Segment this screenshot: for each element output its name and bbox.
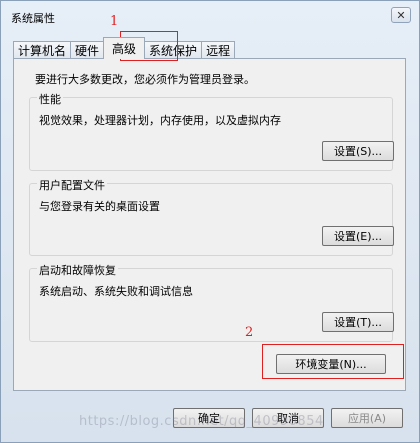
advanced-panel: 要进行大多数更改，您必须作为管理员登录。 性能 视觉效果，处理器计划，内存使用，…	[13, 58, 406, 391]
user-profiles-group: 用户配置文件 与您登录有关的桌面设置 设置(E)...	[29, 177, 394, 256]
close-button[interactable]: ✕	[391, 7, 411, 23]
system-properties-window: 系统属性 ✕ 计算机名 硬件 高级 系统保护 远程 要进行大多数更改，您必须作为…	[0, 0, 420, 443]
annotation-number-1: 1	[110, 14, 119, 29]
title-bar[interactable]: 系统属性 ✕	[1, 1, 419, 29]
performance-group: 性能 视觉效果，处理器计划，内存使用，以及虚拟内存 设置(S)...	[29, 91, 394, 171]
window-title: 系统属性	[11, 12, 55, 25]
tab-advanced[interactable]: 高级	[103, 37, 146, 59]
startup-recovery-group-title: 启动和故障恢复	[37, 262, 118, 278]
startup-recovery-settings-button[interactable]: 设置(T)...	[322, 312, 394, 332]
tab-strip: 计算机名 硬件 高级 系统保护 远程	[13, 37, 236, 59]
performance-group-title: 性能	[37, 91, 63, 107]
user-profiles-description: 与您登录有关的桌面设置	[39, 200, 160, 213]
user-profiles-settings-button[interactable]: 设置(E)...	[322, 226, 394, 246]
close-icon: ✕	[396, 8, 406, 22]
startup-recovery-group: 启动和故障恢复 系统启动、系统失败和调试信息 设置(T)...	[29, 262, 394, 342]
tab-computer-name[interactable]: 计算机名	[13, 41, 72, 59]
startup-recovery-description: 系统启动、系统失败和调试信息	[39, 285, 193, 298]
annotation-number-2: 2	[245, 325, 254, 340]
tab-hardware[interactable]: 硬件	[70, 41, 105, 59]
performance-description: 视觉效果，处理器计划，内存使用，以及虚拟内存	[39, 114, 281, 127]
apply-button[interactable]: 应用(A)	[331, 408, 403, 428]
annotation-box-env-button	[262, 344, 404, 379]
tab-remote[interactable]: 远程	[201, 41, 236, 59]
admin-notice: 要进行大多数更改，您必须作为管理员登录。	[35, 73, 255, 86]
watermark-text: https://blog.csdn.net/qq_40990854	[79, 414, 324, 429]
user-profiles-group-title: 用户配置文件	[37, 177, 107, 193]
performance-settings-button[interactable]: 设置(S)...	[322, 141, 394, 161]
